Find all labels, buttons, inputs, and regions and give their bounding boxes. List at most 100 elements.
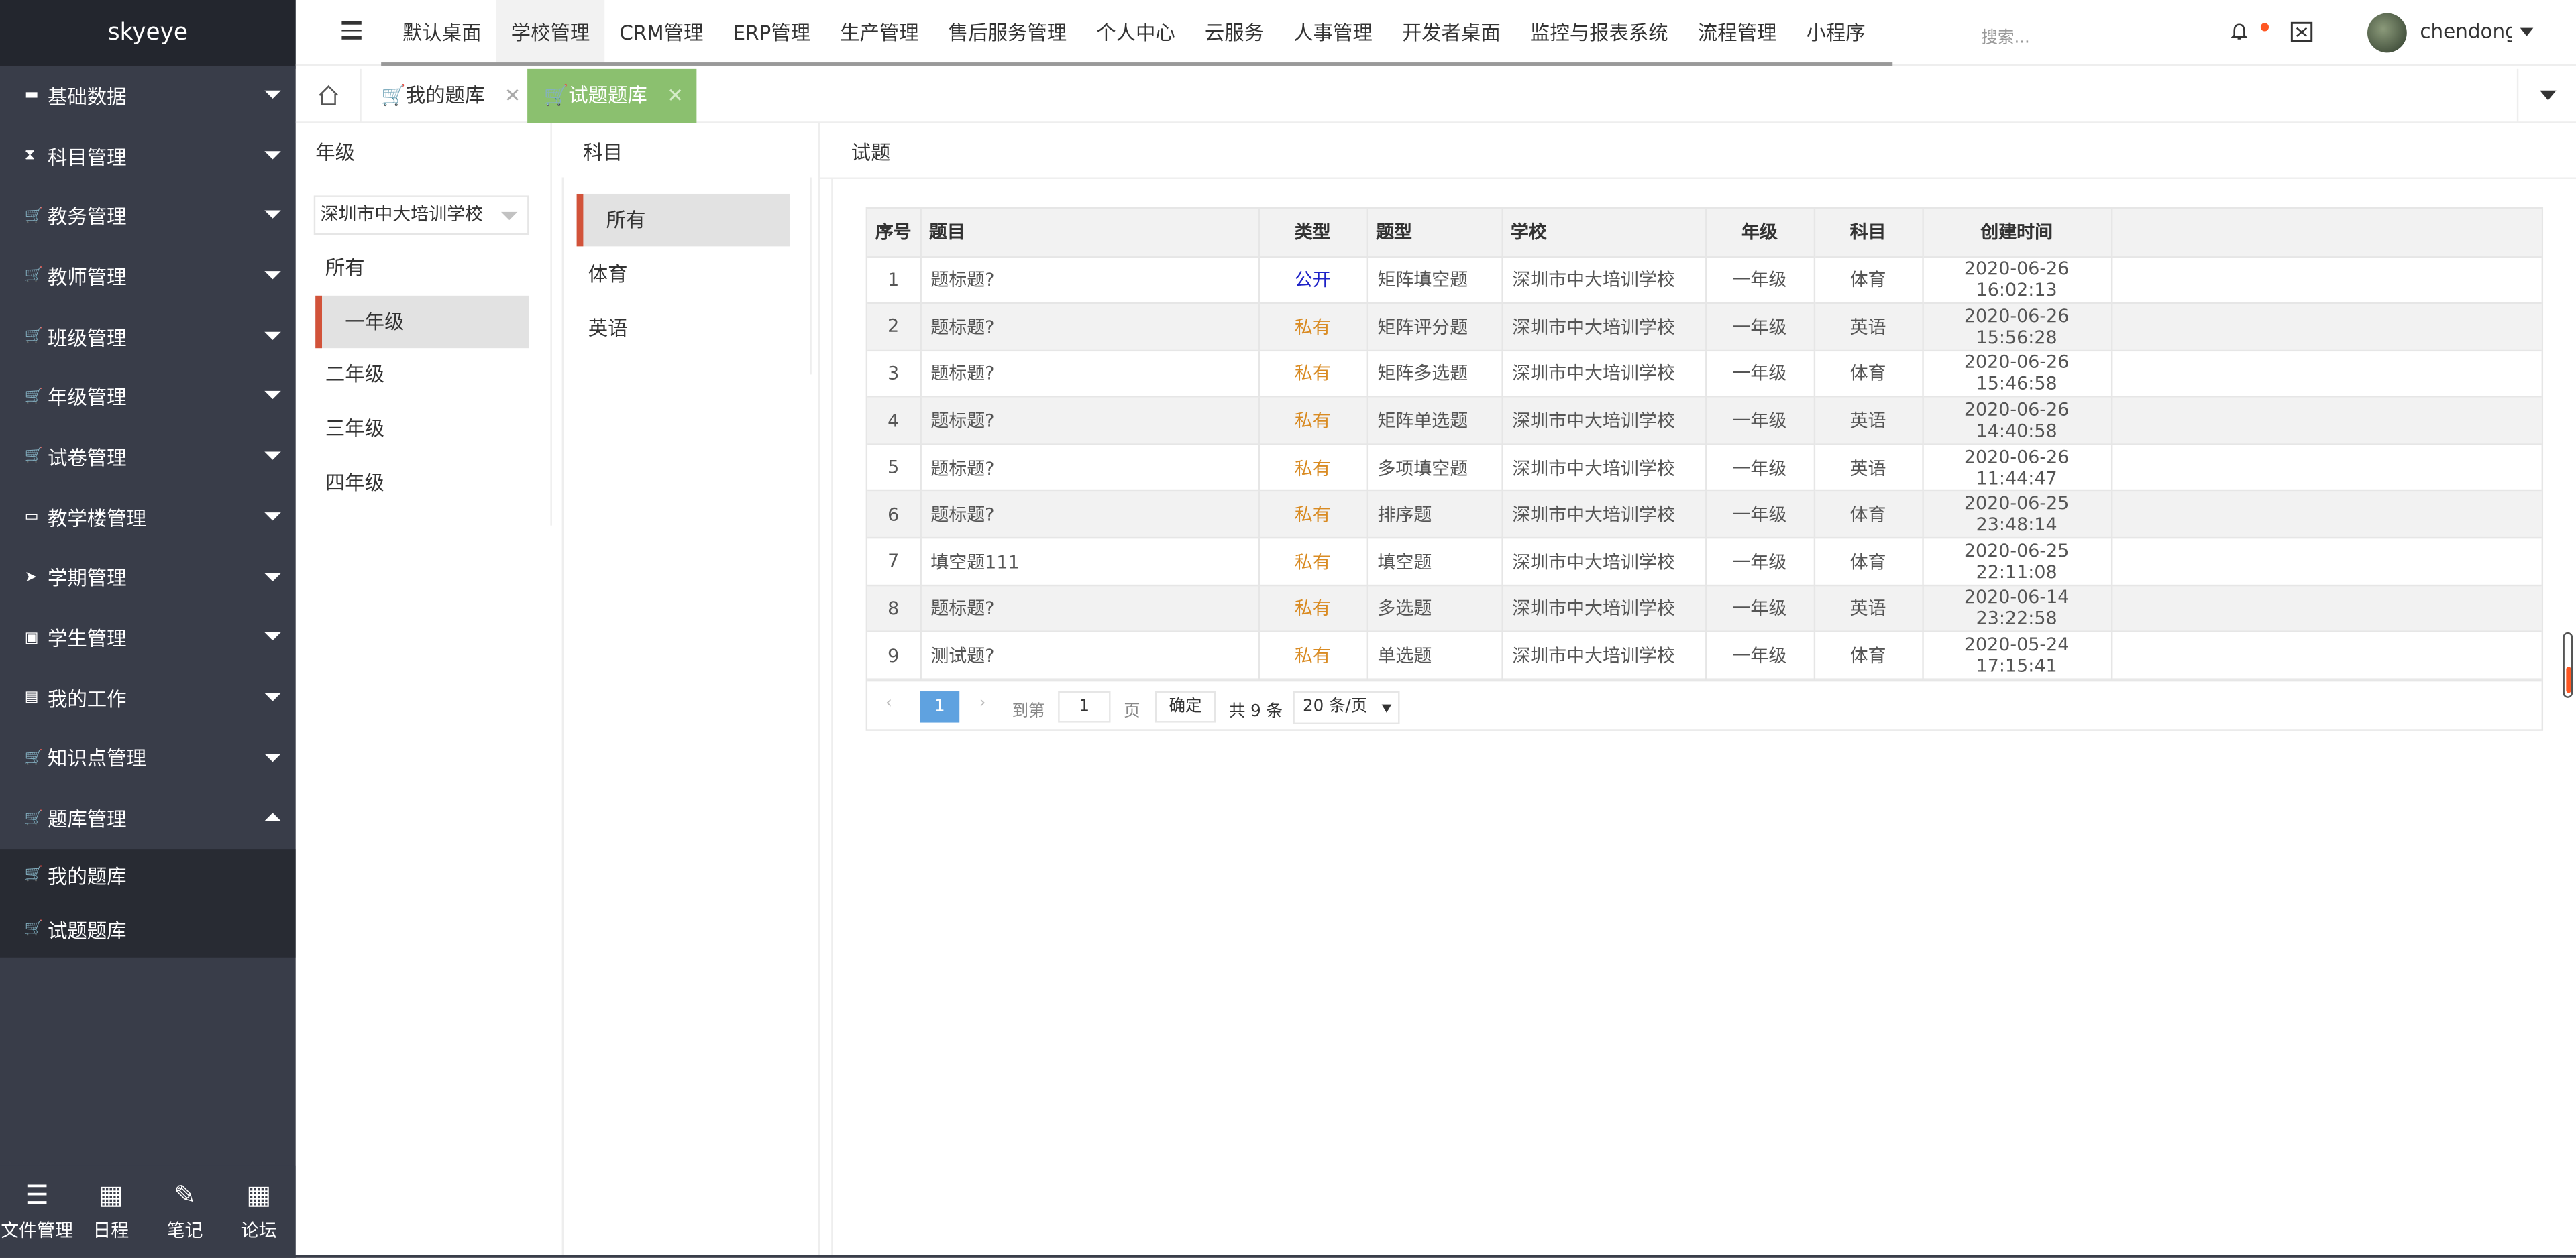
tab-menu-caret-icon[interactable] (2516, 68, 2576, 123)
subject-item[interactable]: 所有 (576, 193, 790, 247)
confirm-button[interactable]: 确定 (1155, 691, 1216, 723)
grade-item[interactable]: 三年级 (315, 402, 529, 455)
grade-item[interactable]: 四年级 (315, 456, 529, 508)
cart-icon: 🛒 (24, 921, 44, 939)
top-nav-item[interactable]: 人事管理 (1279, 0, 1387, 66)
top-nav-item[interactable]: CRM管理 (604, 0, 718, 66)
grade-item[interactable]: 二年级 (315, 349, 529, 401)
column-header[interactable]: 学校 (1501, 209, 1707, 258)
username[interactable]: chendonggua (2420, 19, 2512, 42)
sidebar-item[interactable]: ▬ 基础数据 (0, 66, 296, 126)
column-header[interactable]: 序号 (867, 209, 921, 258)
top-nav-item[interactable]: 学校管理 (496, 0, 605, 66)
top-nav-item[interactable]: 默认桌面 (388, 0, 496, 66)
sidebar-item[interactable]: 🛒 知识点管理 (0, 728, 296, 789)
column-header[interactable]: 年级 (1705, 209, 1815, 258)
table-row[interactable]: 4 题标题? 私有 矩阵单选题 深圳市中大培训学校 一年级 英语 2020-06-26 14:… (867, 397, 2542, 445)
table-row[interactable]: 9 测试题? 私有 单选题 深圳市中大培训学校 一年级 体育 2020-05-24 17:15… (867, 632, 2542, 680)
notification-dot (2260, 23, 2269, 32)
top-nav-item[interactable]: 售后服务管理 (934, 0, 1081, 66)
home-tab[interactable] (296, 68, 362, 123)
table-row[interactable]: 3 题标题? 私有 矩阵多选题 深圳市中大培训学校 一年级 体育 2020-06-26 15:… (867, 350, 2542, 398)
cart-icon: 🛒 (381, 83, 406, 107)
table-cell: 深圳市中大培训学校 (1501, 397, 1707, 445)
sidebar-item[interactable]: ▤ 我的工作 (0, 668, 296, 728)
avatar[interactable] (2367, 13, 2407, 53)
top-nav-item[interactable]: 监控与报表系统 (1515, 0, 1683, 66)
sidebar-subitem[interactable]: 🛒 试题题库 (0, 903, 296, 958)
table-row[interactable]: 7 填空题111 私有 填空题 深圳市中大培训学校 一年级 体育 2020-06-25 22:… (867, 538, 2542, 586)
bottom-shortcut-label: 笔记 (166, 1220, 203, 1242)
table-cell: 深圳市中大培训学校 (1501, 632, 1707, 680)
page-number-input[interactable]: 1 (1058, 691, 1111, 723)
top-nav-item[interactable]: 生产管理 (825, 0, 934, 66)
table-cell: 测试题? (920, 632, 1260, 680)
table-cell: 题标题? (920, 585, 1260, 633)
prev-page-button[interactable]: ‹ (885, 695, 892, 713)
grade-item[interactable]: 所有 (315, 241, 529, 294)
send-icon: ➤ (24, 569, 38, 586)
sidebar-subitem[interactable]: 🛒 我的题库 (0, 849, 296, 903)
table-cell: 英语 (1813, 397, 1923, 445)
sidebar-item[interactable]: 🛒 年级管理 (0, 367, 296, 427)
menu-toggle-icon[interactable] (341, 21, 362, 41)
subject-item[interactable]: 体育 (577, 248, 790, 300)
cart-icon: 🛒 (24, 449, 44, 466)
tab-question-bank[interactable]: 🛒试题题库 ✕ (527, 68, 697, 123)
table-cell: 英语 (1813, 585, 1923, 633)
top-nav-item[interactable]: ERP管理 (718, 0, 825, 66)
current-page-button[interactable]: 1 (920, 691, 960, 723)
top-nav-item[interactable]: 流程管理 (1683, 0, 1792, 66)
sidebar-item-label: 知识点管理 (48, 748, 146, 771)
next-page-button[interactable]: › (979, 695, 986, 713)
close-icon[interactable]: ✕ (667, 84, 684, 107)
top-nav-item[interactable]: 开发者桌面 (1387, 0, 1515, 66)
search-input[interactable]: 搜索... (1981, 23, 2029, 48)
user-menu-caret-icon[interactable] (2520, 27, 2534, 36)
bottom-shortcut[interactable]: ☰ 文件管理 (0, 1166, 74, 1258)
column-header[interactable]: 类型 (1258, 209, 1368, 258)
sidebar-item[interactable]: ➤ 学期管理 (0, 548, 296, 608)
scrollbar[interactable] (2563, 632, 2573, 698)
grade-item[interactable]: 一年级 (315, 295, 529, 348)
sidebar-item[interactable]: 🛒 试卷管理 (0, 427, 296, 488)
tab-my-question-bank[interactable]: 🛒我的题库 ✕ (365, 69, 534, 123)
sidebar-item-label: 教师管理 (48, 266, 127, 289)
top-nav-item[interactable]: 个人中心 (1081, 0, 1190, 66)
sidebar-item[interactable]: ▭ 教学楼管理 (0, 488, 296, 548)
sidebar-item[interactable]: 🛒 教务管理 (0, 186, 296, 247)
fullscreen-icon[interactable] (2290, 21, 2313, 43)
table-row[interactable]: 5 题标题? 私有 多项填空题 深圳市中大培训学校 一年级 英语 2020-06-26 11:… (867, 444, 2542, 492)
chevron-down-icon (264, 572, 281, 581)
column-header[interactable]: 题目 (920, 209, 1260, 258)
table-cell: 7 (867, 538, 921, 586)
cart-icon: 🛒 (24, 208, 44, 225)
table-row[interactable]: 6 题标题? 私有 排序题 深圳市中大培训学校 一年级 体育 2020-06-25 23:48… (867, 491, 2542, 539)
table-row[interactable]: 1 题标题? 公开 矩阵填空题 深圳市中大培训学校 一年级 体育 2020-06-26 16:… (867, 256, 2542, 304)
column-header[interactable]: 题型 (1366, 209, 1503, 258)
sidebar-item[interactable]: 🛒 教师管理 (0, 247, 296, 307)
table-cell: 题标题? (920, 444, 1260, 492)
school-select[interactable]: 深圳市中大培训学校 (313, 195, 529, 235)
sidebar-item[interactable]: ▣ 学生管理 (0, 608, 296, 669)
sidebar-item[interactable]: 🛒 题库管理 (0, 789, 296, 849)
sidebar-item[interactable]: 🛒 班级管理 (0, 306, 296, 367)
id-card-icon: ▣ (24, 630, 39, 646)
table-row[interactable]: 2 题标题? 私有 矩阵评分题 深圳市中大培训学校 一年级 英语 2020-06-26 15:… (867, 303, 2542, 351)
column-header[interactable]: 科目 (1813, 209, 1923, 258)
top-nav-item[interactable]: 云服务 (1190, 0, 1279, 66)
top-nav-item[interactable]: 小程序 (1791, 0, 1880, 66)
bottom-shortcut[interactable]: ▦ 日程 (74, 1166, 148, 1258)
main-content: 年级 科目 试题 深圳市中大培训学校 所有 一年级 二年级 三年级 四年级 所有 体育 英语… (295, 123, 2576, 1258)
bottom-shortcut[interactable]: ▦ 论坛 (222, 1166, 296, 1258)
subject-item[interactable]: 英语 (577, 302, 790, 355)
table-cell-filler (2110, 491, 2542, 539)
bell-icon[interactable] (2231, 23, 2248, 41)
table-cell-filler (2110, 303, 2542, 351)
page-size-select[interactable]: 20 条/页 (1293, 691, 1400, 725)
sidebar-item[interactable]: ⧗ 科目管理 (0, 126, 296, 186)
close-icon[interactable]: ✕ (504, 84, 521, 107)
bottom-shortcut[interactable]: ✎ 笔记 (148, 1166, 221, 1258)
table-row[interactable]: 8 题标题? 私有 多选题 深圳市中大培训学校 一年级 英语 2020-06-14 23:22… (867, 585, 2542, 633)
column-header[interactable]: 创建时间 (1922, 209, 2112, 258)
